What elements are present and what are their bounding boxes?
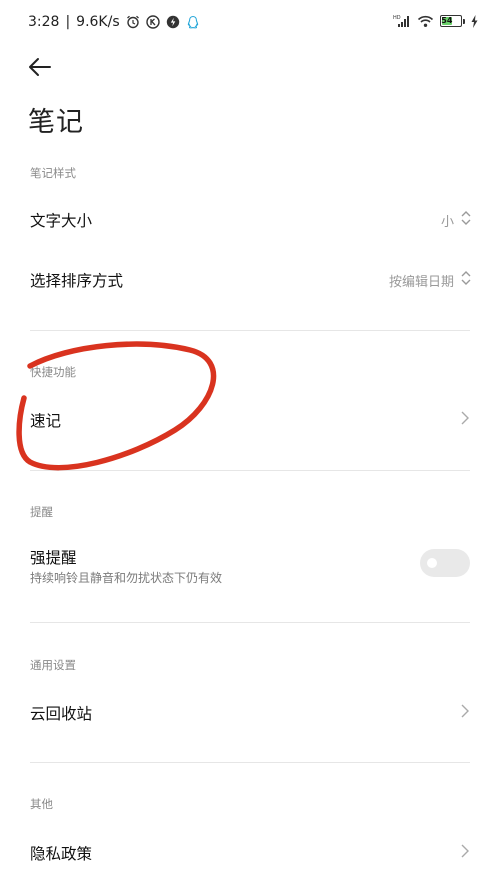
status-left: 3:28 | 9.6K/s [28,14,200,30]
chevron-right-icon [461,844,469,858]
divider [30,470,470,471]
section-header-reminder: 提醒 [30,505,53,519]
back-arrow-icon[interactable] [26,54,54,80]
page-title: 笔记 [28,107,84,138]
stepper-icon [461,271,471,285]
status-separator: | [65,14,71,30]
font-size-value: 小 [440,215,454,230]
battery-body: 54 [440,15,462,27]
network-speed: 9.6K/s [76,14,120,30]
section-header-note-style: 笔记样式 [30,166,76,180]
strong-reminder-description: 持续响铃且静音和勿扰状态下仍有效 [30,571,223,585]
charging-icon [471,14,478,28]
battery-fill: 54 [441,16,453,25]
wifi-icon [417,15,434,27]
sort-order-value: 按编辑日期 [388,275,454,290]
shield-bolt-icon [166,15,179,29]
section-header-other: 其他 [30,797,53,811]
sort-order-label: 选择排序方式 [30,272,124,290]
signal-hd-label: HD [393,15,401,21]
strong-reminder-label: 强提醒 [30,549,77,567]
signal-icon: HD [393,15,409,27]
status-time: 3:28 [28,14,60,30]
divider [30,330,470,331]
k-app-icon [145,15,160,29]
stepper-icon [461,211,471,225]
chevron-right-icon [461,411,469,425]
cloud-recycle-bin-label: 云回收站 [30,705,93,723]
toggle-knob [427,558,437,568]
strong-reminder-toggle[interactable] [420,549,470,577]
battery-tip [463,18,465,24]
divider [30,622,470,623]
qq-icon [187,15,198,29]
status-right: HD 54 [393,14,478,28]
status-bar: 3:28 | 9.6K/s HD 54 [0,0,500,48]
quick-note-label: 速记 [30,412,62,430]
divider [30,762,470,763]
privacy-policy-label: 隐私政策 [30,845,93,863]
battery-icon: 54 [440,15,465,27]
section-header-general: 通用设置 [30,658,76,672]
font-size-label: 文字大小 [30,212,93,230]
alarm-icon [126,15,139,29]
section-header-quick-features: 快捷功能 [30,365,76,379]
chevron-right-icon [461,704,469,718]
